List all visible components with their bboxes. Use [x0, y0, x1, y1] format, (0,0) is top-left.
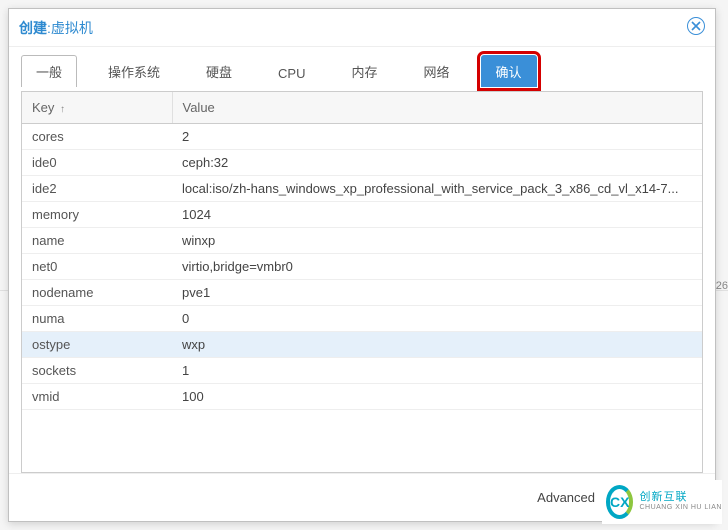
table-row[interactable]: ostypewxp — [22, 332, 702, 358]
table-row[interactable]: net0virtio,bridge=vmbr0 — [22, 254, 702, 280]
dialog-title-subject: 虚拟机 — [51, 18, 93, 38]
table-row[interactable]: ide2local:iso/zh-hans_windows_xp_profess… — [22, 176, 702, 202]
table-row[interactable]: namewinxp — [22, 228, 702, 254]
cell-key: net0 — [22, 254, 172, 280]
advanced-label: Advanced — [537, 490, 595, 505]
cell-key: ostype — [22, 332, 172, 358]
table-row[interactable]: numa0 — [22, 306, 702, 332]
cell-key: cores — [22, 124, 172, 150]
logo-ring-icon: CX — [606, 485, 633, 519]
sort-asc-icon: ↑ — [60, 104, 65, 115]
cell-value: virtio,bridge=vmbr0 — [172, 254, 702, 280]
dialog-title-prefix: 创建 — [19, 18, 47, 38]
cell-value: 1024 — [172, 202, 702, 228]
cell-key: sockets — [22, 358, 172, 384]
watermark-logo: CX 创新互联 CHUANG XIN HU LIAN — [602, 480, 722, 524]
tab-confirm[interactable]: 确认 — [481, 55, 537, 87]
table-row[interactable]: memory1024 — [22, 202, 702, 228]
logo-brand-cn: 创新互联 — [639, 491, 687, 503]
cell-value: local:iso/zh-hans_windows_xp_professiona… — [172, 176, 702, 202]
table-row[interactable]: cores2 — [22, 124, 702, 150]
table-row[interactable]: vmid100 — [22, 384, 702, 410]
tab-general[interactable]: 一般 — [21, 55, 77, 87]
logo-monogram: CX — [610, 494, 629, 510]
cell-value: pve1 — [172, 280, 702, 306]
summary-table: Key ↑ Value cores2ide0ceph:32ide2local:i… — [22, 92, 702, 410]
summary-table-wrap: Key ↑ Value cores2ide0ceph:32ide2local:i… — [21, 91, 703, 473]
cell-value: 2 — [172, 124, 702, 150]
dialog-header: 创建 : 虚拟机 — [9, 9, 715, 47]
tab-memory[interactable]: 内存 — [337, 55, 393, 87]
wizard-tabbar: 一般 操作系统 硬盘 CPU 内存 网络 确认 — [9, 47, 715, 87]
cell-key: numa — [22, 306, 172, 332]
cell-key: nodename — [22, 280, 172, 306]
cell-value: wxp — [172, 332, 702, 358]
cell-key: memory — [22, 202, 172, 228]
cell-value: winxp — [172, 228, 702, 254]
create-vm-dialog: 创建 : 虚拟机 一般 操作系统 硬盘 CPU 内存 网络 确认 Key ↑ — [8, 8, 716, 522]
cell-key: ide2 — [22, 176, 172, 202]
cell-key: name — [22, 228, 172, 254]
cell-value: 0 — [172, 306, 702, 332]
tab-disk[interactable]: 硬盘 — [191, 55, 247, 87]
table-row[interactable]: nodenamepve1 — [22, 280, 702, 306]
cell-key: vmid — [22, 384, 172, 410]
close-icon — [691, 21, 701, 31]
tab-network[interactable]: 网络 — [409, 55, 465, 87]
col-header-value[interactable]: Value — [172, 92, 702, 124]
table-row[interactable]: ide0ceph:32 — [22, 150, 702, 176]
cell-value: 1 — [172, 358, 702, 384]
tab-os[interactable]: 操作系统 — [93, 55, 175, 87]
cell-value: 100 — [172, 384, 702, 410]
close-button[interactable] — [687, 17, 705, 35]
table-row[interactable]: sockets1 — [22, 358, 702, 384]
col-header-key[interactable]: Key ↑ — [22, 92, 172, 124]
cell-value: ceph:32 — [172, 150, 702, 176]
logo-brand-en: CHUANG XIN HU LIAN — [639, 504, 722, 512]
col-header-key-label: Key — [32, 100, 54, 115]
tab-cpu[interactable]: CPU — [263, 59, 320, 87]
cell-key: ide0 — [22, 150, 172, 176]
